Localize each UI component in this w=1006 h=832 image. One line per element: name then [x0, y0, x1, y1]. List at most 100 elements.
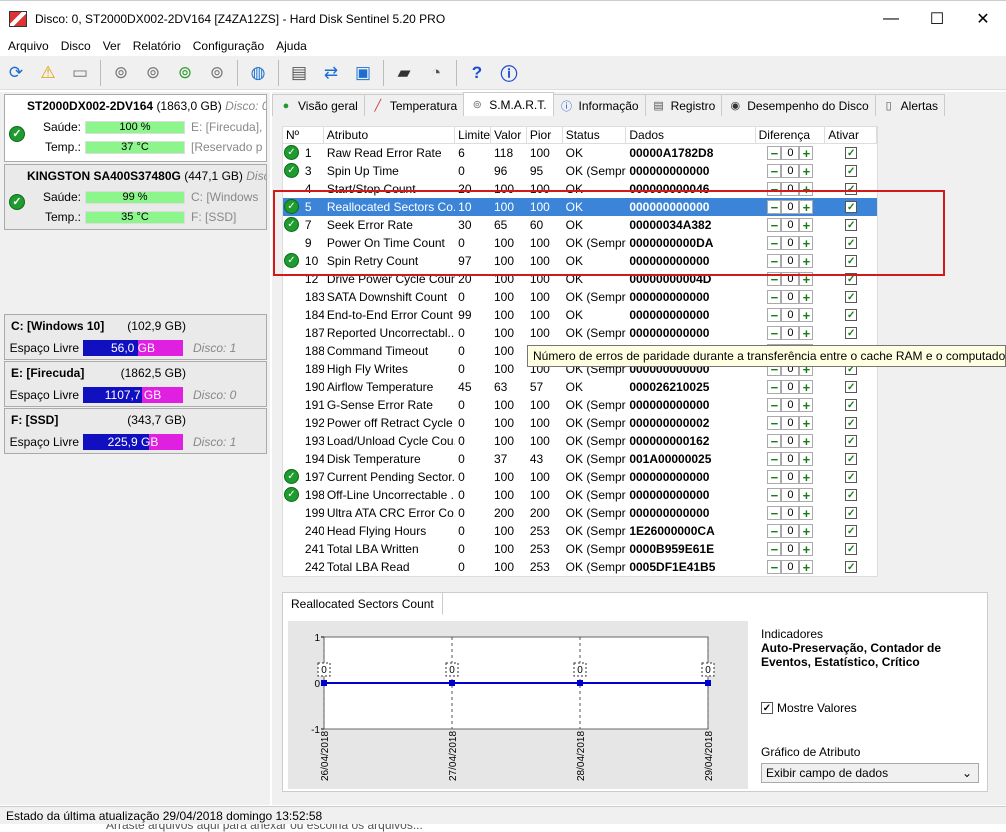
table-row[interactable]: 198 Off-Line Uncorrectable ... 0 100 100 OK (… [283, 486, 877, 504]
tab-temperatura[interactable]: ╱ Temperatura [363, 94, 465, 116]
difference-value[interactable]: 0 [781, 524, 800, 538]
minus-icon[interactable]: − [767, 560, 782, 574]
disk-tools-icon[interactable]: ⊚ [204, 60, 230, 86]
difference-stepper[interactable]: −0+ [756, 398, 826, 412]
minimize-button[interactable]: — [868, 1, 914, 37]
minus-icon[interactable]: − [767, 146, 782, 160]
difference-value[interactable]: 0 [781, 452, 800, 466]
difference-stepper[interactable]: −0+ [756, 146, 826, 160]
plus-icon[interactable]: + [799, 470, 814, 484]
difference-value[interactable]: 0 [781, 542, 800, 556]
difference-value[interactable]: 0 [781, 434, 800, 448]
table-row[interactable]: 241Total LBA Written0100253OK (Sempr...0… [283, 540, 877, 558]
tab-registro[interactable]: ▤ Registro [644, 94, 723, 116]
table-row[interactable]: 240Head Flying Hours 0 100 253 OK (Sempr...1… [283, 522, 877, 540]
difference-value[interactable]: 0 [781, 488, 800, 502]
col-dados[interactable]: Dados [626, 127, 756, 143]
col-ativar[interactable]: Ativar [825, 127, 877, 143]
table-row[interactable]: 187 Reported Uncorrectabl... 0 100 100 OK (Se… [283, 324, 877, 342]
menu-arquivo[interactable]: Arquivo [8, 39, 53, 53]
difference-value[interactable]: 0 [781, 506, 800, 520]
minus-icon[interactable]: − [767, 506, 782, 520]
info-icon[interactable]: ⓘ [496, 60, 522, 86]
difference-stepper[interactable]: −0+ [756, 290, 826, 304]
disk-icon[interactable]: ▭ [67, 60, 93, 86]
table-row[interactable]: 192 Power off Retract Cycle ... 0 100 100 OK … [283, 414, 877, 432]
difference-stepper[interactable]: −0+ [756, 542, 826, 556]
difference-value[interactable]: 0 [781, 560, 800, 574]
col-limite[interactable]: Limite [455, 127, 492, 143]
enable-checkbox[interactable]: ✓ [845, 381, 858, 393]
table-row[interactable]: 199 Ultra ATA CRC Error Co... 0 200 200 OK (S… [283, 504, 877, 522]
col-atributo[interactable]: Atributo [324, 127, 456, 143]
help-icon[interactable]: ? [464, 60, 490, 86]
tab-informacao[interactable]: ⓘ Informação [552, 94, 646, 116]
minus-icon[interactable]: − [767, 524, 782, 538]
menu-relatorio[interactable]: Relatório [133, 39, 185, 53]
enable-checkbox[interactable]: ✓ [845, 327, 858, 339]
refresh-icon[interactable]: ⟳ [3, 60, 29, 86]
minus-icon[interactable]: − [767, 398, 782, 412]
difference-stepper[interactable]: −0+ [756, 308, 826, 322]
table-row[interactable]: 197 Current Pending Sector... 0 100 100 OK (S… [283, 468, 877, 486]
disk-card-1[interactable]: KINGSTON SA400S37480G (447,1 GB) Disco ✓… [4, 164, 267, 230]
minus-icon[interactable]: − [767, 452, 782, 466]
minus-icon[interactable]: − [767, 308, 782, 322]
enable-checkbox[interactable]: ✓ [845, 291, 858, 303]
difference-value[interactable]: 0 [781, 416, 800, 430]
difference-value[interactable]: 0 [781, 380, 800, 394]
table-row[interactable]: 191G-Sense Error Rate 0 100 100 OK (Sempr...… [283, 396, 877, 414]
minus-icon[interactable]: − [767, 488, 782, 502]
report-icon[interactable]: ▤ [286, 60, 312, 86]
difference-value[interactable]: 0 [781, 398, 800, 412]
plus-icon[interactable]: + [799, 398, 814, 412]
monitor-icon[interactable]: ▰ [391, 60, 417, 86]
enable-checkbox[interactable]: ✓ [845, 561, 858, 573]
disk-card-0[interactable]: ST2000DX002-2DV164 (1863,0 GB) Disco: 0 … [4, 94, 267, 162]
col-pior[interactable]: Pior [527, 127, 563, 143]
globe-icon[interactable]: ◍ [245, 60, 271, 86]
difference-stepper[interactable]: −0+ [756, 164, 826, 178]
minus-icon[interactable]: − [767, 380, 782, 394]
tab-alertas[interactable]: ▯ Alertas [874, 94, 946, 116]
plus-icon[interactable]: + [799, 380, 814, 394]
enable-checkbox[interactable]: ✓ [845, 525, 858, 537]
difference-stepper[interactable]: −0+ [756, 416, 826, 430]
network-icon[interactable]: ▣ [350, 60, 376, 86]
tab-desempenho[interactable]: ◉ Desempenho do Disco [721, 94, 876, 116]
menu-disco[interactable]: Disco [61, 39, 95, 53]
difference-value[interactable]: 0 [781, 290, 800, 304]
plus-icon[interactable]: + [799, 308, 814, 322]
difference-stepper[interactable]: −0+ [756, 488, 826, 502]
plus-icon[interactable]: + [799, 434, 814, 448]
plus-icon[interactable]: + [799, 560, 814, 574]
plus-icon[interactable]: + [799, 452, 814, 466]
table-row[interactable]: 242Total LBA Read 0 100 253 OK (Sempr...0005… [283, 558, 877, 576]
difference-stepper[interactable]: −0+ [756, 470, 826, 484]
enable-checkbox[interactable]: ✓ [845, 543, 858, 555]
table-row[interactable]: 184 End-to-End Error Count 99 100 100 OK 00000… [283, 306, 877, 324]
tab-visao-geral[interactable]: ● Visão geral [272, 94, 365, 116]
enable-checkbox[interactable]: ✓ [845, 417, 858, 429]
col-n[interactable]: Nº [283, 127, 324, 143]
disk-test-icon[interactable]: ⊚ [108, 60, 134, 86]
disk-surface-icon[interactable]: ⊚ [140, 60, 166, 86]
col-valor[interactable]: Valor [491, 127, 527, 143]
table-row[interactable]: 1 Raw Read Error Rate 6 118 100 OK 00000A1782D… [283, 144, 877, 162]
menu-ver[interactable]: Ver [103, 39, 125, 53]
sound-icon[interactable]: ◔ [423, 60, 449, 86]
difference-stepper[interactable]: −0+ [756, 524, 826, 538]
table-row[interactable]: 3Spin Up Time09695OK (Sempr...0000000000… [283, 162, 877, 180]
enable-checkbox[interactable]: ✓ [845, 471, 858, 483]
minus-icon[interactable]: − [767, 470, 782, 484]
difference-value[interactable]: 0 [781, 146, 800, 160]
minus-icon[interactable]: − [767, 164, 782, 178]
chart-tab[interactable]: Reallocated Sectors Count [283, 593, 443, 615]
minus-icon[interactable]: − [767, 416, 782, 430]
plus-icon[interactable]: + [799, 488, 814, 502]
enable-checkbox[interactable]: ✓ [845, 507, 858, 519]
menu-ajuda[interactable]: Ajuda [276, 39, 311, 53]
table-row[interactable]: 194Disk Temperature 0 37 43 OK (Sempr...001A… [283, 450, 877, 468]
show-values-checkbox[interactable]: ✓ Mostre Valores [761, 701, 857, 715]
maximize-button[interactable]: ☐ [914, 1, 960, 37]
